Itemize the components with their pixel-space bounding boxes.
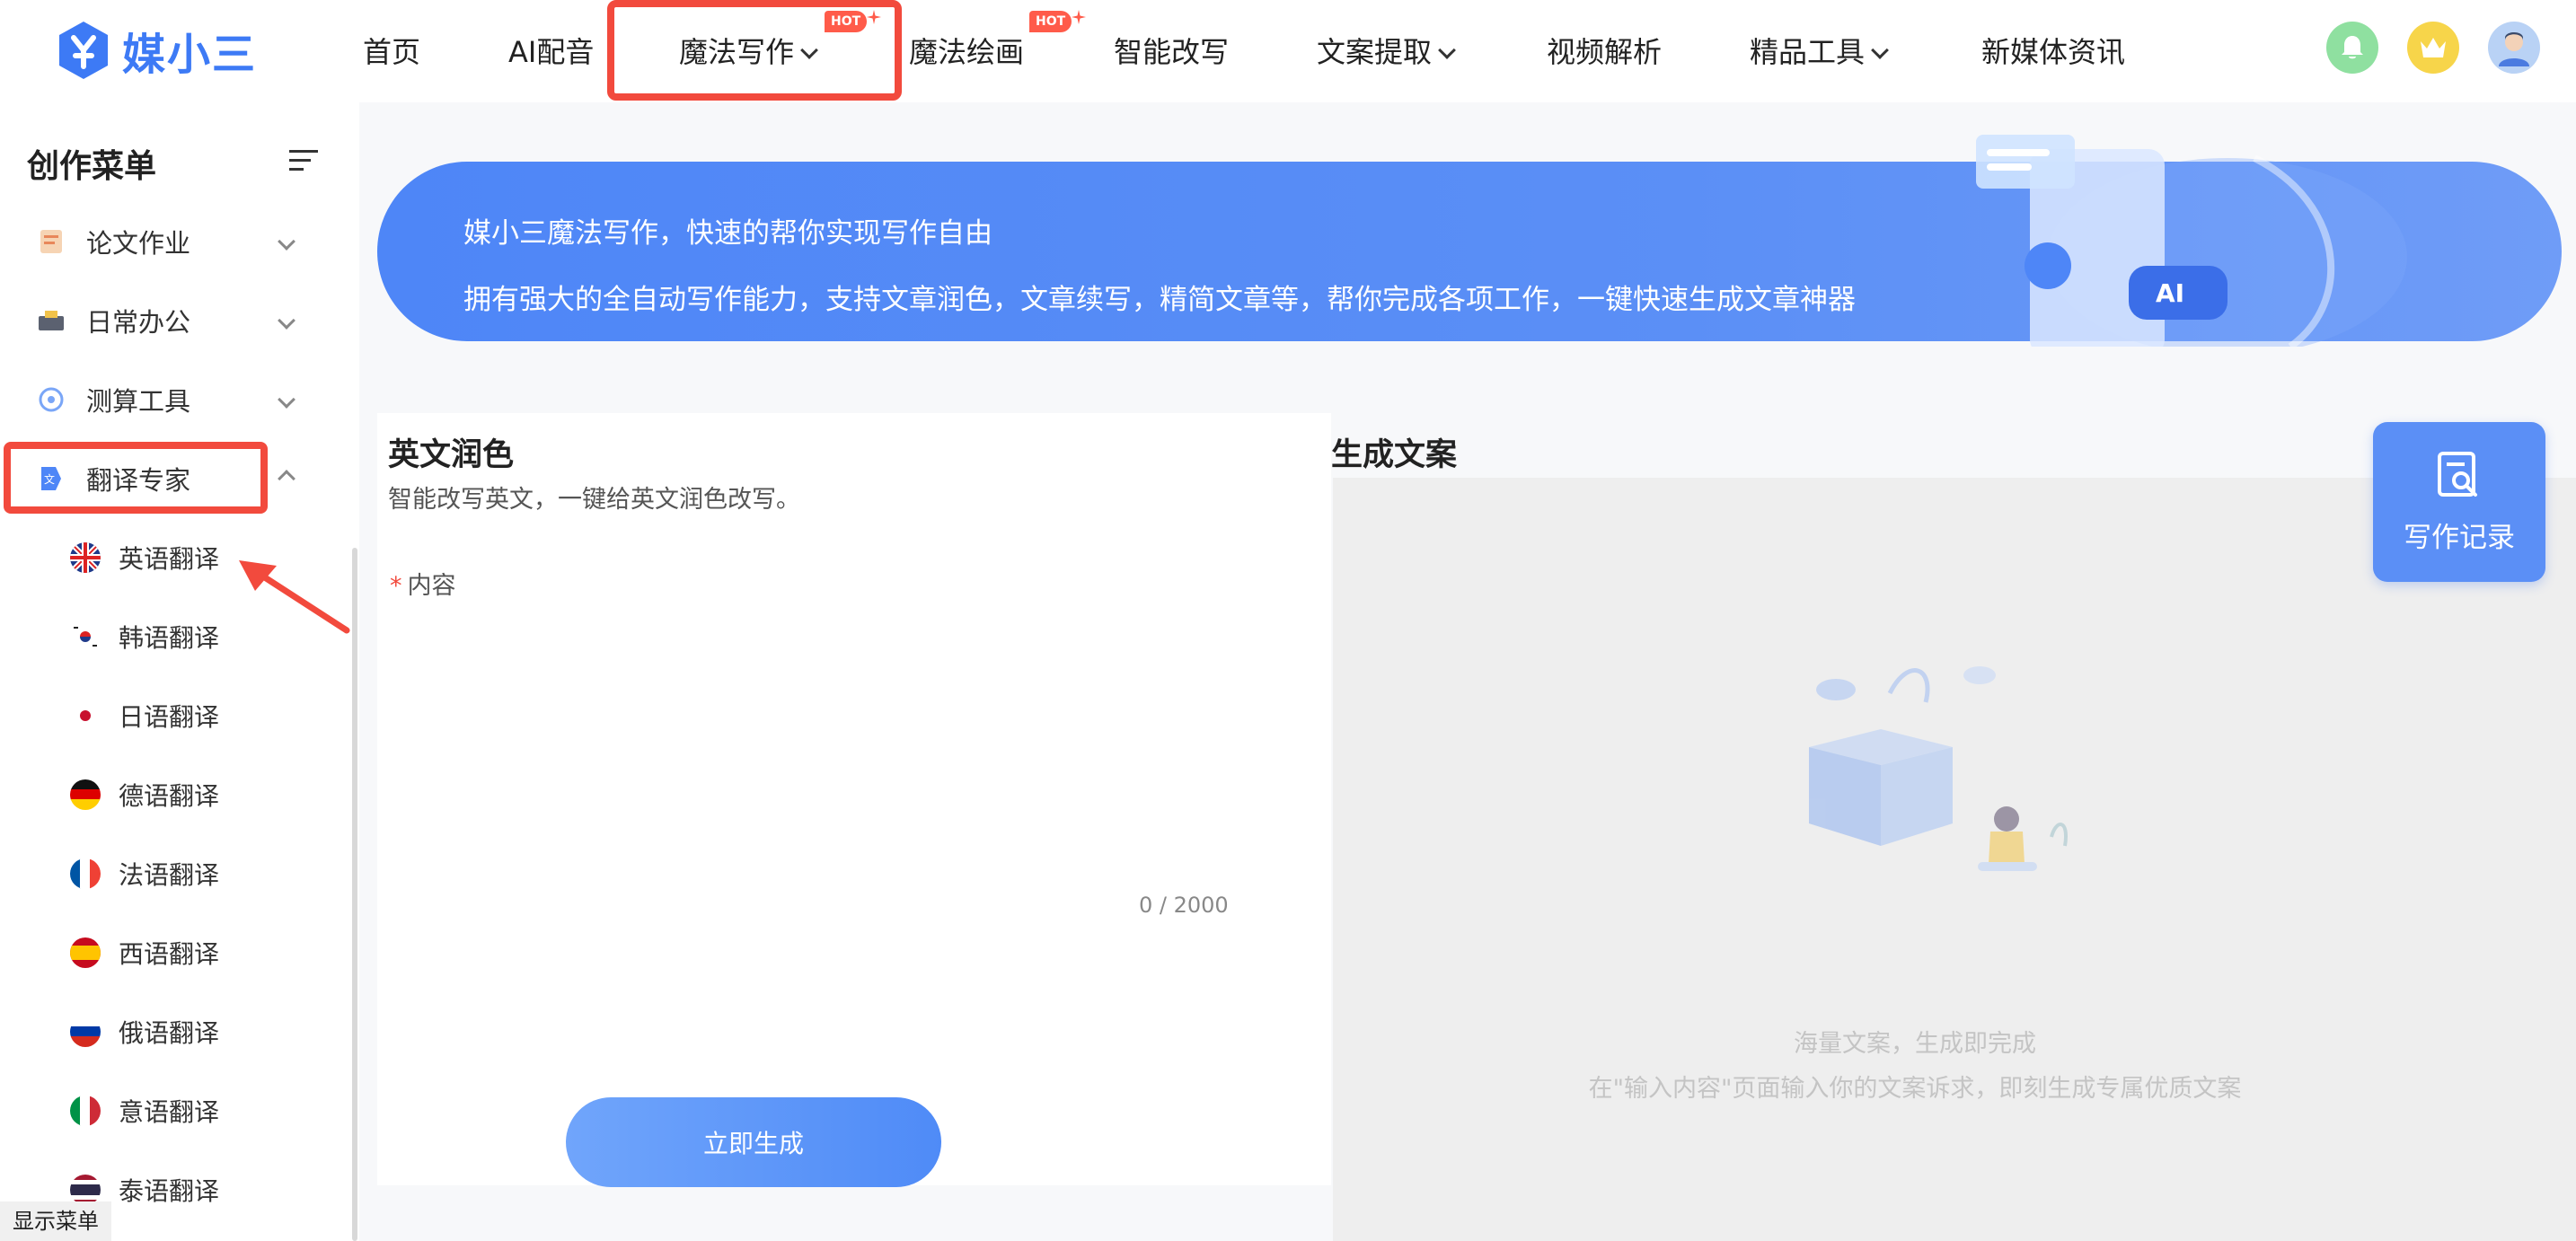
calc-icon [39,387,64,412]
sparkle-icon [1072,10,1086,24]
sidebar-item-french[interactable]: 法语翻译 [0,842,350,905]
notification-button[interactable] [2326,22,2378,74]
hot-badge: HOT [1029,11,1072,32]
collapse-menu-icon[interactable] [287,147,320,174]
sidebar-group-calc[interactable]: 测算工具 [0,368,341,431]
sidebar-item-japanese[interactable]: 日语翻译 [0,684,350,747]
office-icon [39,311,64,330]
chevron-down-icon [278,233,296,251]
jp-flag-icon [70,700,101,731]
sidebar: 创作菜单 论文作业 日常办公 测算工具 文 翻译专家 英语翻译 韩语翻译 日语翻… [0,102,359,1241]
nav-copy-extract[interactable]: 文案提取 [1317,25,1456,79]
nav-magic-painting[interactable]: 魔法绘画 [909,25,1024,79]
empty-state-hint: 在"输入内容"页面输入你的文案诉求，即刻生成专属优质文案 [1588,1075,2242,1103]
sidebar-item-german[interactable]: 德语翻译 [0,763,350,826]
logo-icon [59,22,108,79]
polish-form-panel: 英文润色 智能改写英文，一键给英文润色改写。 * 内容 0 / 2000 立即生成 [377,413,1331,1187]
paper-icon [40,230,62,253]
sidebar-title: 创作菜单 [27,148,157,185]
nav-media-news[interactable]: 新媒体资讯 [1981,25,2125,79]
annotation-arrow-icon [239,560,350,634]
brand-name: 媒小三 [122,30,258,80]
generate-button[interactable]: 立即生成 [566,1097,941,1187]
bell-icon [2342,36,2363,59]
sidebar-scrollbar[interactable] [352,548,357,1241]
record-label: 写作记录 [2404,521,2515,554]
chevron-up-icon [278,470,296,488]
form-description: 智能改写英文，一键给英文润色改写。 [388,486,800,514]
kr-flag-icon [70,621,101,652]
chevron-down-icon [1438,41,1456,59]
sidebar-highlight-box [4,442,268,514]
sidebar-item-italian[interactable]: 意语翻译 [0,1079,350,1142]
empty-state-title: 海量文案，生成即完成 [1794,1030,2036,1058]
crown-icon [2421,38,2446,57]
sidebar-item-russian[interactable]: 俄语翻译 [0,1000,350,1063]
nav-video-parse[interactable]: 视频解析 [1547,25,1662,79]
ru-flag-icon [70,1017,101,1047]
required-mark: * [390,572,402,600]
vip-button[interactable] [2407,22,2459,74]
fr-flag-icon [70,858,101,889]
chevron-down-icon [278,312,296,330]
record-search-icon [2438,451,2477,497]
show-menu-button[interactable]: 显示菜单 [0,1201,111,1241]
svg-text:AI: AI [2156,278,2184,308]
banner-subline: 拥有强大的全自动写作能力，支持文章润色，文章续写，精简文章等，帮你完成各项工作，… [463,284,1856,316]
nav-highlight-box [607,0,902,101]
sidebar-group-office[interactable]: 日常办公 [0,289,341,352]
content-label: * 内容 [390,572,456,600]
chevron-down-icon [278,391,296,409]
sidebar-group-paper[interactable]: 论文作业 [0,210,341,273]
nav-home[interactable]: 首页 [363,25,420,79]
top-navigation: 媒小三 首页 AI配音 魔法写作 HOT 魔法绘画 HOT 智能改写 文案提取 … [0,0,2576,102]
form-title: 英文润色 [388,437,515,473]
avatar[interactable] [2488,22,2540,74]
th-flag-icon [70,1175,101,1205]
ai-illustration-icon: AI [1976,135,2407,347]
nav-smart-rewrite[interactable]: 智能改写 [1114,25,1229,79]
es-flag-icon [70,937,101,968]
sidebar-item-spanish[interactable]: 西语翻译 [0,921,350,984]
output-panel: 海量文案，生成即完成 在"输入内容"页面输入你的文案诉求，即刻生成专属优质文案 [1333,478,2576,1241]
content-input[interactable] [390,605,1252,902]
de-flag-icon [70,779,101,810]
empty-box-illustration-icon [1809,666,2068,871]
writing-record-button[interactable]: 写作记录 [2373,422,2545,582]
output-title: 生成文案 [1331,437,1458,473]
brand-logo[interactable]: 媒小三 [56,16,257,84]
uk-flag-icon [70,542,101,573]
nav-premium-tools[interactable]: 精品工具 [1750,25,1889,79]
banner-headline: 媒小三魔法写作，快速的帮你实现写作自由 [463,217,992,250]
it-flag-icon [70,1096,101,1126]
user-avatar-icon [2499,32,2529,66]
char-counter: 0 / 2000 [1139,893,1229,918]
chevron-down-icon [1871,41,1889,59]
nav-ai-dubbing[interactable]: AI配音 [508,25,594,79]
